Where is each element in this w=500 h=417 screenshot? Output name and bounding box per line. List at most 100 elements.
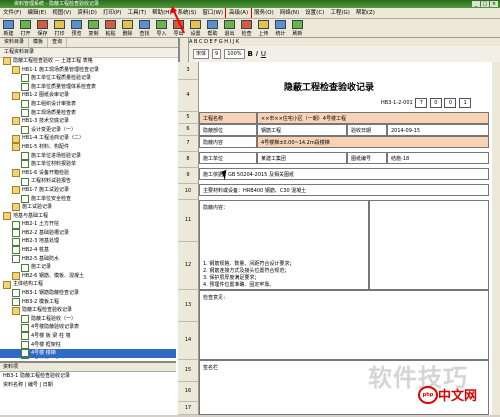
- menu-item[interactable]: 设置(C): [302, 8, 327, 18]
- tree-node[interactable]: 施工现场质量检查表: [0, 108, 176, 118]
- menu-item[interactable]: 服务(O): [251, 8, 277, 18]
- toolbar-button[interactable]: 刷新: [289, 19, 306, 37]
- menu-item[interactable]: 文件(F): [0, 8, 24, 18]
- tree-node[interactable]: HB2-3 地基处理: [0, 237, 176, 246]
- tree-node[interactable]: HB2-6 钢筋、模板、混凝土: [0, 272, 176, 281]
- font-size-select[interactable]: 9: [212, 49, 222, 59]
- content-side-area[interactable]: [369, 200, 489, 290]
- tree-node[interactable]: 4号楼隐蔽验收记录表: [0, 323, 176, 332]
- tree-node[interactable]: 设计变更记录（一）: [0, 126, 176, 135]
- menu-item[interactable]: 帮助(Z): [353, 8, 378, 18]
- tree-node[interactable]: 施工单位质量管理体系检查表: [0, 83, 176, 92]
- close-button[interactable]: ×: [490, 1, 498, 7]
- tree-node[interactable]: 4号楼 板 梁 柱 墙: [0, 332, 176, 341]
- font-select[interactable]: 宋体: [193, 49, 210, 59]
- maximize-button[interactable]: □: [481, 1, 489, 7]
- tree-node[interactable]: HB2-4 桩基: [0, 246, 176, 255]
- tree-node[interactable]: 隐蔽工程检查验收 — 土建工程 表格: [0, 57, 176, 66]
- underline-icon[interactable]: U: [261, 50, 266, 58]
- tree-node[interactable]: 隐蔽工程检查验收记录: [0, 306, 176, 315]
- tree-node[interactable]: HB3-1 钢筋隐蔽检查记录: [0, 289, 176, 298]
- code-box[interactable]: 0: [429, 98, 442, 108]
- tree-node[interactable]: 施工单位安全检查: [0, 194, 176, 204]
- toolbar-button[interactable]: 打开: [17, 19, 34, 37]
- minimize-button[interactable]: _: [472, 1, 480, 7]
- toolbar-button[interactable]: 复制: [85, 19, 102, 37]
- cell-materials[interactable]: 主要材料或设备：HRB400 钢筋、C30 混凝土: [199, 184, 489, 196]
- toolbar-button[interactable]: 粘贴: [102, 19, 119, 37]
- tree-node[interactable]: 施工单位工程质量检验记录: [0, 74, 176, 83]
- tree-node[interactable]: HB1-7 施工试验记录: [0, 186, 176, 195]
- tree-node[interactable]: 隐蔽工程验收（一）: [0, 315, 176, 324]
- tree-node[interactable]: 工程材料试验报告: [0, 177, 176, 186]
- cell-date[interactable]: 2014-09-15: [387, 124, 489, 136]
- row-number[interactable]: 4: [178, 80, 198, 112]
- code-box[interactable]: 0: [444, 98, 457, 108]
- toolbar-button[interactable]: 删除: [119, 19, 136, 37]
- zoom-select[interactable]: 100%: [224, 49, 245, 59]
- bold-icon[interactable]: B: [248, 50, 253, 58]
- cell-basis[interactable]: 施工依据：GB 50204-2015 及相关图纸: [199, 168, 489, 180]
- menu-item[interactable]: 编辑(E): [24, 8, 49, 18]
- tree-node[interactable]: HB1-3 技术交底记录: [0, 117, 176, 126]
- content-area[interactable]: 隐蔽内容： 1. 钢筋规格、数量、间距符合设计要求； 2. 钢筋连接方式及接头位置…: [199, 200, 369, 290]
- menu-item[interactable]: 工具(T): [124, 8, 149, 18]
- cell-unit[interactable]: 某建工集团: [257, 152, 347, 164]
- cell-drawing[interactable]: 结施-18: [387, 152, 489, 164]
- cell-part[interactable]: 钢筋工程: [257, 124, 347, 136]
- row-number[interactable]: 6: [178, 124, 198, 136]
- left-tab[interactable]: 资料目录: [0, 38, 30, 47]
- toolbar-button[interactable]: 保存: [34, 19, 51, 37]
- cell-project-name[interactable]: ××市××住宅小区（一期）4号楼工程: [257, 112, 489, 124]
- tree-node[interactable]: 4号楼 楼梯: [0, 349, 176, 358]
- tree-node[interactable]: 施工组织设计审批表: [0, 100, 176, 109]
- tree-node[interactable]: HB1-5 材料、构配件: [0, 143, 176, 152]
- left-tab[interactable]: 模板: [29, 38, 49, 47]
- check-area[interactable]: 检查意见：: [199, 290, 489, 360]
- row-number[interactable]: 5: [178, 112, 198, 124]
- row-number[interactable]: 14: [178, 322, 198, 360]
- tree-node[interactable]: HB2-2 基础验槽记录: [0, 229, 176, 238]
- tree-node[interactable]: 施工记录: [0, 263, 176, 272]
- toolbar-button[interactable]: 导入: [153, 19, 170, 37]
- toolbar-button[interactable]: 新建: [0, 19, 17, 37]
- row-number[interactable]: 7: [178, 136, 198, 152]
- menu-item[interactable]: 工程(G): [327, 8, 353, 18]
- row-number[interactable]: 12: [178, 242, 198, 290]
- tree-node[interactable]: 施工单位材料报验单: [0, 160, 176, 169]
- tree-node[interactable]: 地基与基础工程: [0, 211, 176, 221]
- row-number[interactable]: 10: [178, 184, 198, 200]
- menu-item[interactable]: 视图(V): [49, 8, 74, 18]
- row-number[interactable]: 16: [178, 382, 198, 402]
- row-number[interactable]: 17: [178, 402, 198, 415]
- row-number[interactable]: 15: [178, 360, 198, 382]
- menu-item[interactable]: 打印(P): [100, 8, 125, 18]
- menu-item[interactable]: 资料(D): [74, 8, 100, 18]
- menu-item[interactable]: 高级(A): [225, 8, 253, 18]
- left-bottom-row[interactable]: HB3-1 隐蔽工程检查验收记录: [0, 372, 176, 381]
- row-number[interactable]: 9: [178, 168, 198, 184]
- toolbar-button[interactable]: 统计: [272, 19, 289, 37]
- tree-node[interactable]: 4号楼屋面 防水: [0, 358, 176, 359]
- cell-content[interactable]: 4号楼梯±0.00~14.2m段楼梯: [257, 136, 489, 148]
- sheet-scrollbar[interactable]: [492, 62, 500, 415]
- menu-item[interactable]: 窗口(W): [199, 8, 226, 18]
- tree-node[interactable]: 施工单位进场检验记录: [0, 151, 176, 161]
- code-box[interactable]: 1: [459, 98, 472, 108]
- toolbar-button[interactable]: 上传: [255, 19, 272, 37]
- toolbar-button[interactable]: 帮助: [204, 19, 221, 37]
- tree-node[interactable]: HB1-6 设备开箱检验: [0, 169, 176, 178]
- tree-node[interactable]: HB1-4 工程洽商记录（二）: [0, 134, 176, 143]
- toolbar-button[interactable]: 检查: [238, 19, 255, 37]
- row-number[interactable]: 11: [178, 200, 198, 242]
- toolbar-button[interactable]: 退出: [221, 19, 238, 37]
- toolbar-button[interactable]: 查找: [136, 19, 153, 37]
- toolbar-button[interactable]: 预览: [68, 19, 85, 37]
- row-number[interactable]: 13: [178, 290, 198, 322]
- row-number[interactable]: 3: [178, 62, 198, 80]
- menu-item[interactable]: 网络(N): [277, 8, 302, 18]
- tree-node[interactable]: 施工试验记录: [0, 203, 176, 212]
- toolbar-button[interactable]: 设置: [187, 19, 204, 37]
- tree-node[interactable]: HB1-2 图纸会审记录: [0, 91, 176, 100]
- italic-icon[interactable]: I: [256, 50, 258, 58]
